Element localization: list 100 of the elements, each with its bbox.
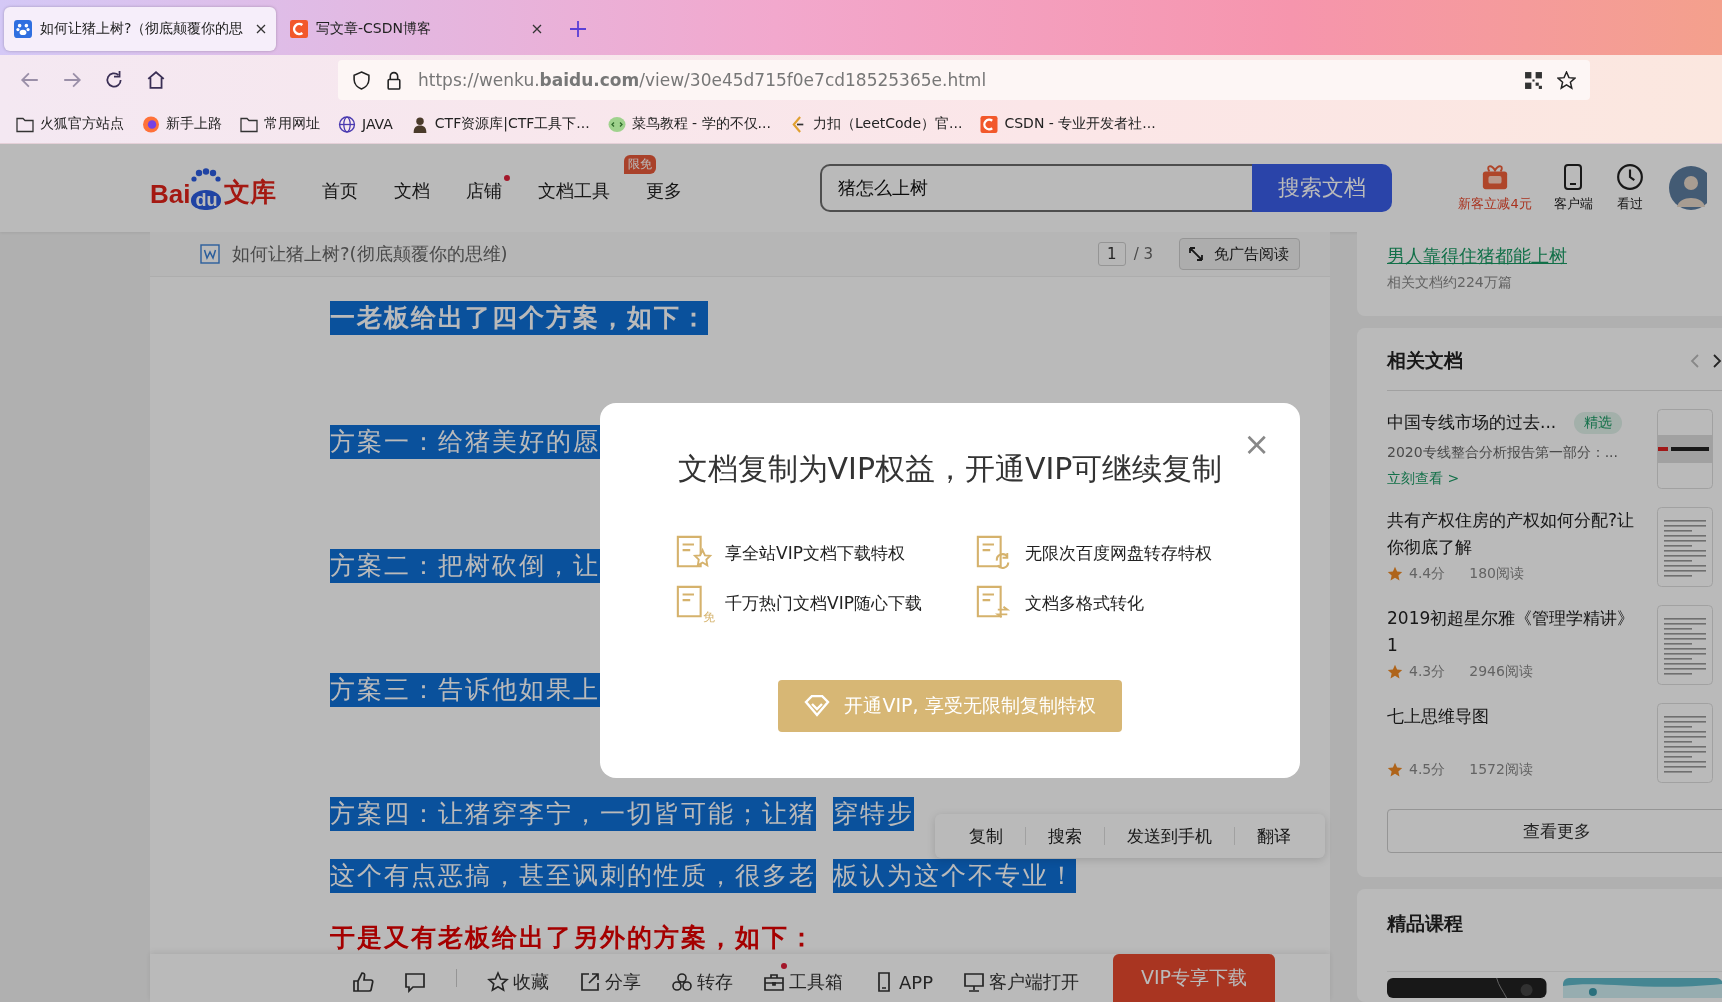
bookmark-item[interactable]: 菜鸟教程 - 学的不仅... [607,115,771,133]
document-thumbnail[interactable] [1657,409,1713,489]
browser-tab[interactable]: 如何让猪上树?（彻底颠覆你的思 [4,7,276,51]
notification-dot [504,175,511,181]
bookmark-item[interactable]: 常用网址 [240,115,320,133]
rating-score: 4.4分 [1409,565,1446,583]
section-title: 相关文档 [1387,348,1464,373]
document-link[interactable]: 中国专线市场的过去... [1387,409,1557,436]
document-link[interactable]: 共有产权住房的产权如何分配?让你彻底了解 [1387,507,1637,561]
back-icon[interactable] [20,70,40,90]
bookmark-item[interactable]: 新手上路 [142,115,222,133]
nav-link[interactable]: 更多 [646,173,691,203]
toolbar-item[interactable]: 客户端打开 [963,962,1080,994]
paw-icon [14,20,32,38]
feature-label: 文档多格式转化 [1025,591,1144,615]
toolbox-icon [763,971,785,993]
toolbar-item[interactable]: 工具箱 [763,962,843,994]
featured-tag: 精选 [1574,411,1623,434]
nav-link[interactable]: 文档 [394,173,439,203]
forward-icon[interactable] [62,70,82,90]
bookmark-item[interactable]: 力扣（LeetCode）官... [788,115,963,133]
document-text: 一老板给出了四个方案，如下： [330,301,708,335]
close-icon[interactable] [256,24,266,34]
ad-free-button[interactable]: 免广告阅读 [1179,238,1300,270]
document-summary: 2020专线整合分析报告第一部分：... [1387,444,1619,462]
c-logo-icon [980,115,999,133]
star-icon [1387,762,1403,778]
document-thumbnail[interactable] [1657,507,1713,587]
promo-tag: 限免 [624,155,657,174]
toolbar-item[interactable]: 分享 [579,962,641,994]
page-total: / 3 [1133,245,1153,263]
reload-icon[interactable] [104,70,124,90]
menu-item[interactable]: 发送到手机 [1105,824,1234,848]
bookmark-item[interactable]: 火狐官方站点 [16,115,124,133]
code-badge-icon [607,115,626,133]
bookmark-item[interactable]: JAVA [338,115,393,133]
header-action[interactable]: 新客立减4元 [1458,163,1532,213]
word-doc-icon [200,244,220,264]
document-text: 穿特步 [833,797,914,831]
related-count: 相关文档约224万篇 [1387,274,1513,292]
bookmark-item[interactable]: CSDN - 专业开发者社... [980,115,1156,133]
next-icon[interactable] [1712,353,1722,369]
comment-icon [404,971,426,993]
bookmark-star-icon[interactable] [1557,70,1576,90]
toolbar-item[interactable]: 转存 [671,962,733,994]
like-icon [352,971,374,993]
view-more-button[interactable]: 查看更多 [1387,809,1722,853]
rating-score: 4.5分 [1409,761,1446,779]
browser-tab[interactable]: 写文章-CSDN博客 [280,7,552,51]
feature-label: 千万热门文档VIP随心下载 [725,591,922,615]
document-thumbnail[interactable] [1657,605,1713,685]
rating-score: 4.3分 [1409,663,1446,681]
toolbar-item[interactable]: APP [873,963,934,993]
header-action[interactable]: 客户端 [1553,163,1593,213]
shield-icon [352,70,371,90]
c-logo-icon [290,20,308,38]
globe-icon [338,115,356,133]
feature-label: 无限次百度网盘转存特权 [1025,541,1212,565]
read-count: 180阅读 [1469,565,1524,583]
close-icon[interactable] [532,24,542,34]
document-text: 板认为这个不专业！ [833,859,1076,893]
folder-icon [16,115,34,133]
document-text: 方案三：告诉他如果上 [330,673,600,707]
document-link[interactable]: 2019初超星尔雅《管理学精讲》1 [1387,605,1637,659]
menu-item[interactable]: 翻译 [1235,824,1313,848]
header-action[interactable]: 看过 [1614,163,1645,213]
new-tab-icon[interactable] [570,21,586,37]
nav-link[interactable]: 首页 [322,173,367,203]
read-count: 2946阅读 [1469,663,1533,681]
bookmark-item[interactable]: CTF资源库|CTF工具下... [410,115,590,133]
document-link[interactable]: 七上思维导图 [1387,703,1637,757]
url-text: https://wenku.baidu.com/view/30e45d715f0e7cd18525365e.html [418,70,988,90]
document-title: 如何让猪上树?(彻底颠覆你的思维) [232,242,509,266]
document-thumbnail[interactable] [1657,703,1713,783]
home-icon[interactable] [146,70,166,90]
document-text: 方案二：把树砍倒，让 [330,549,600,583]
diamond-icon [804,695,831,717]
section-title: 精品课程 [1387,911,1464,936]
qr-code-icon[interactable] [1524,70,1543,90]
close-button[interactable]: × [1243,429,1270,459]
monitor-icon [963,971,986,993]
address-bar[interactable]: https://wenku.baidu.com/view/30e45d715f0e7cd18525365e.html [338,60,1590,100]
star-icon [487,971,509,993]
expand-icon [1188,246,1204,262]
document-text: 方案四：让猪穿李宁，一切皆可能；让猪 [330,797,816,831]
share-icon [579,971,601,993]
nav-link[interactable]: 店铺 [466,173,511,203]
fox-globe-icon [142,115,160,133]
avatar[interactable] [1666,165,1707,211]
document-text: 方案一：给猪美好的愿 [330,425,600,459]
feature-label: 享全站VIP文档下载特权 [725,541,905,565]
menu-item[interactable]: 搜索 [1026,824,1104,848]
page-number-field[interactable]: 1 [1098,242,1126,266]
clock-icon [1614,163,1645,191]
toolbar-item[interactable]: 收藏 [487,962,549,994]
menu-item[interactable]: 复制 [947,824,1025,848]
dialog-title: 文档复制为VIP权益，开通VIP可继续复制 [677,450,1223,488]
search-button[interactable]: 搜索文档 [1252,164,1393,212]
search-field[interactable]: 猪怎么上树 [820,164,1253,212]
lock-icon [385,70,404,90]
